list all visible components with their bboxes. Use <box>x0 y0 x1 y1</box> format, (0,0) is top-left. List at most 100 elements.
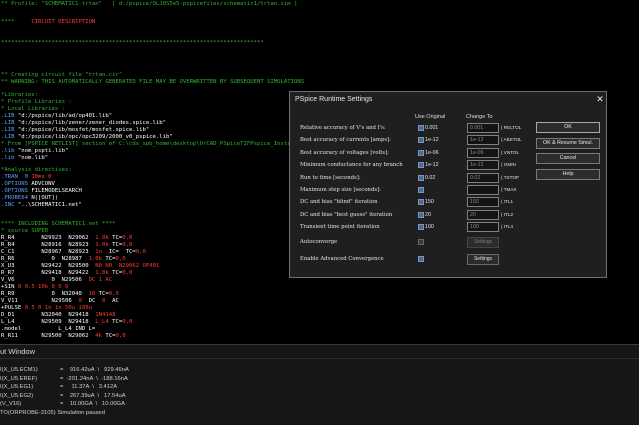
netlist-token: R_R11 N29500 N29062 <box>1 333 96 339</box>
use-original-checkbox[interactable] <box>418 174 424 181</box>
change-to-input[interactable] <box>467 185 499 195</box>
netlist-token: "d:/pspice/lib/zener/zener_diodes.spice.… <box>17 120 167 126</box>
setting-label: Transient time point iteration <box>300 224 380 231</box>
use-original-checkbox[interactable] <box>418 224 424 231</box>
netlist-token: ADVCONV <box>31 181 55 187</box>
autoconverge-checkbox[interactable] <box>418 239 424 245</box>
output-window: ut Window I(X_U5.ECM1) = 916.42uA \ 929.4… <box>0 344 639 425</box>
netlist-line: .model L_L4 IND L= <box>1 326 95 333</box>
use-original-checkbox[interactable] <box>418 137 424 144</box>
netlist-token: * Profile Libraries : <box>1 99 72 105</box>
setting-label: Best accuracy of currents [amps]: <box>300 137 391 144</box>
netlist-token: R_R4 N28916 N28923 <box>1 242 96 248</box>
original-value: 0.001 <box>425 125 439 131</box>
cancel-button[interactable]: Cancel <box>536 153 600 164</box>
netlist-line: +SIN 0 0.5 10k 0 0 0 <box>1 284 68 291</box>
netlist-token: .OPTIONS <box>1 188 32 194</box>
netlist-token: TC= <box>108 235 123 241</box>
setting-label: Maximum step size [seconds]: <box>300 187 381 193</box>
netlist-token: V_V11 N29506 <box>1 298 79 304</box>
use-original-checkbox[interactable] <box>418 149 424 156</box>
option-name: ( ITL1 <box>501 199 513 205</box>
netlist-line: +PULSE 0 5 0 1n 1n 50u 100u <box>1 305 92 312</box>
use-original-checkbox[interactable] <box>418 187 424 193</box>
dialog-title: PSpice Runtime Settings <box>295 96 373 103</box>
original-value: 0.02 <box>425 174 436 181</box>
netlist-token: * Local Libraries : <box>1 106 65 112</box>
netlist-token: 0,0 <box>122 242 133 248</box>
netlist-token: D_D1 N32040 N29418 <box>1 312 96 318</box>
netlist-token: "..\SCHEMATIC1.net" <box>17 202 82 208</box>
netlist-token: * source SUPER <box>1 228 49 234</box>
netlist-token: *Analysis directives: <box>1 167 72 173</box>
netlist-token: DC <box>81 298 103 304</box>
netlist-line: V_V6 0 N29506 DC 1 AC <box>1 277 112 284</box>
netlist-token: 0 5 0 1n 1n 50u 100u <box>24 305 92 311</box>
netlist-line: .LIB "d:/pspice/lib/opc/opc3209/2000_v0_… <box>1 134 173 141</box>
output-row-value: = 10.00GA \ 10.00GA <box>60 401 125 407</box>
use-original-checkbox[interactable] <box>418 211 424 218</box>
netlist-token: TC= <box>108 319 123 325</box>
netlist-line: V_V11 N29506 0 DC 0 AC <box>1 298 119 305</box>
setting-label: Relative accuracy of V's and I's: <box>300 125 386 131</box>
netlist-token: **** INCLUDING SCHEMATIC1.net **** <box>1 221 116 227</box>
netlist-line: L_L4 N29509 N29418 L_L4 TC=0,0 <box>1 319 132 326</box>
option-name: ( TSTOP <box>501 174 519 180</box>
change-to-input[interactable]: 150 <box>467 197 499 208</box>
output-row-value: = 267.39uA \ 17.54uA <box>60 392 126 399</box>
original-value: 1e-12 <box>425 162 439 169</box>
netlist-token: 0,0 <box>122 235 133 241</box>
setting-label: Run to time [seconds]: <box>300 174 361 181</box>
netlist-line: .PROBE64 N([OUT]) <box>1 195 58 202</box>
change-to-input[interactable]: 1e-12 <box>467 160 499 171</box>
netlist-line: R_R6 0 N28987 1.0k TC=0,0 <box>1 256 126 263</box>
help-button[interactable]: Help <box>536 169 600 180</box>
netlist-token: N([OUT]) <box>31 195 59 201</box>
netlist-token: AC <box>105 298 119 304</box>
netlist-line: R_R7 N29418 N29422 1.0k TC=0,0 <box>1 270 132 277</box>
netlist-line: *Libraries: <box>1 92 38 99</box>
advanced-convergence-settings-button[interactable]: Settings <box>467 254 499 265</box>
change-to-input[interactable]: 0.001 <box>467 123 499 133</box>
output-row-value: = 916.42uA \ 929.46nA <box>60 367 129 373</box>
advanced-convergence-checkbox[interactable] <box>418 256 424 262</box>
change-to-input[interactable]: 100 <box>467 222 499 233</box>
netlist-line: .LIB "d:/pspice/lib/mosfet/mosfet.spice.… <box>1 127 149 134</box>
netlist-line: R_R4 N28916 N28923 1.0k TC=0,0 <box>1 242 132 249</box>
ok-resume-button[interactable]: OK & Resume Simul. <box>536 138 600 149</box>
ok-button[interactable]: OK <box>536 122 600 133</box>
netlist-token: 0,0 <box>108 291 119 297</box>
netlist-token: 0,0 <box>115 333 126 339</box>
autoconverge-settings-button[interactable]: Settings <box>467 237 499 248</box>
netlist-line: .LIB "d:/pspice/lib/ad/op401.lib" <box>1 113 112 120</box>
netlist-token: C_C1 N28967 N28923 <box>1 249 96 255</box>
netlist-line: * Profile Libraries : <box>1 99 72 106</box>
output-row-name: I(X_U5.EREF) <box>0 375 38 382</box>
netlist-token: ** Creating circuit file "trtan.cir" <box>1 72 123 78</box>
netlist-token: 10ms 0 <box>31 174 55 180</box>
netlist-token: 1.0k <box>95 235 109 241</box>
dialog-title-bar[interactable]: PSpice Runtime Settings ✕ <box>290 92 606 109</box>
column-header-use-original: Use Original <box>415 114 446 120</box>
netlist-token: L_L4 <box>95 319 109 325</box>
option-name: ( VNTOL <box>501 149 520 155</box>
advanced-convergence-label: Enable Advanced Convergence <box>300 256 384 262</box>
close-icon[interactable]: ✕ <box>595 94 605 106</box>
netlist-token: IC= TC= <box>102 249 136 255</box>
use-original-checkbox[interactable] <box>418 125 424 131</box>
netlist-token: .LIB <box>1 113 18 119</box>
netlist-line: R_R9 0 N32040 10 TC=0,0 <box>1 291 119 298</box>
output-status-line: TO(ORPROBE-3105) Simulation paused <box>0 409 105 416</box>
netlist-token: "d:/pspice/lib/opc/opc3209/2000_v0_pspic… <box>17 134 173 140</box>
use-original-checkbox[interactable] <box>418 162 424 169</box>
change-to-input[interactable]: 20 <box>467 209 499 220</box>
change-to-input[interactable]: 1e-06 <box>467 147 499 158</box>
use-original-checkbox[interactable] <box>418 199 424 206</box>
netlist-line: .INC "..\SCHEMATIC1.net" <box>1 202 82 209</box>
output-row-name: I(X_U5.EG2) <box>0 392 34 399</box>
netlist-line: * source SUPER <box>1 228 48 235</box>
change-to-input[interactable]: 0.02 <box>467 172 499 183</box>
change-to-input[interactable]: 1e-12 <box>467 135 499 146</box>
netlist-line: D_D1 N32040 N29418 1N4148 <box>1 312 116 319</box>
netlist-line: X_U3 N29422 N29500 N0 N0 N29062 OP401 <box>1 263 159 270</box>
